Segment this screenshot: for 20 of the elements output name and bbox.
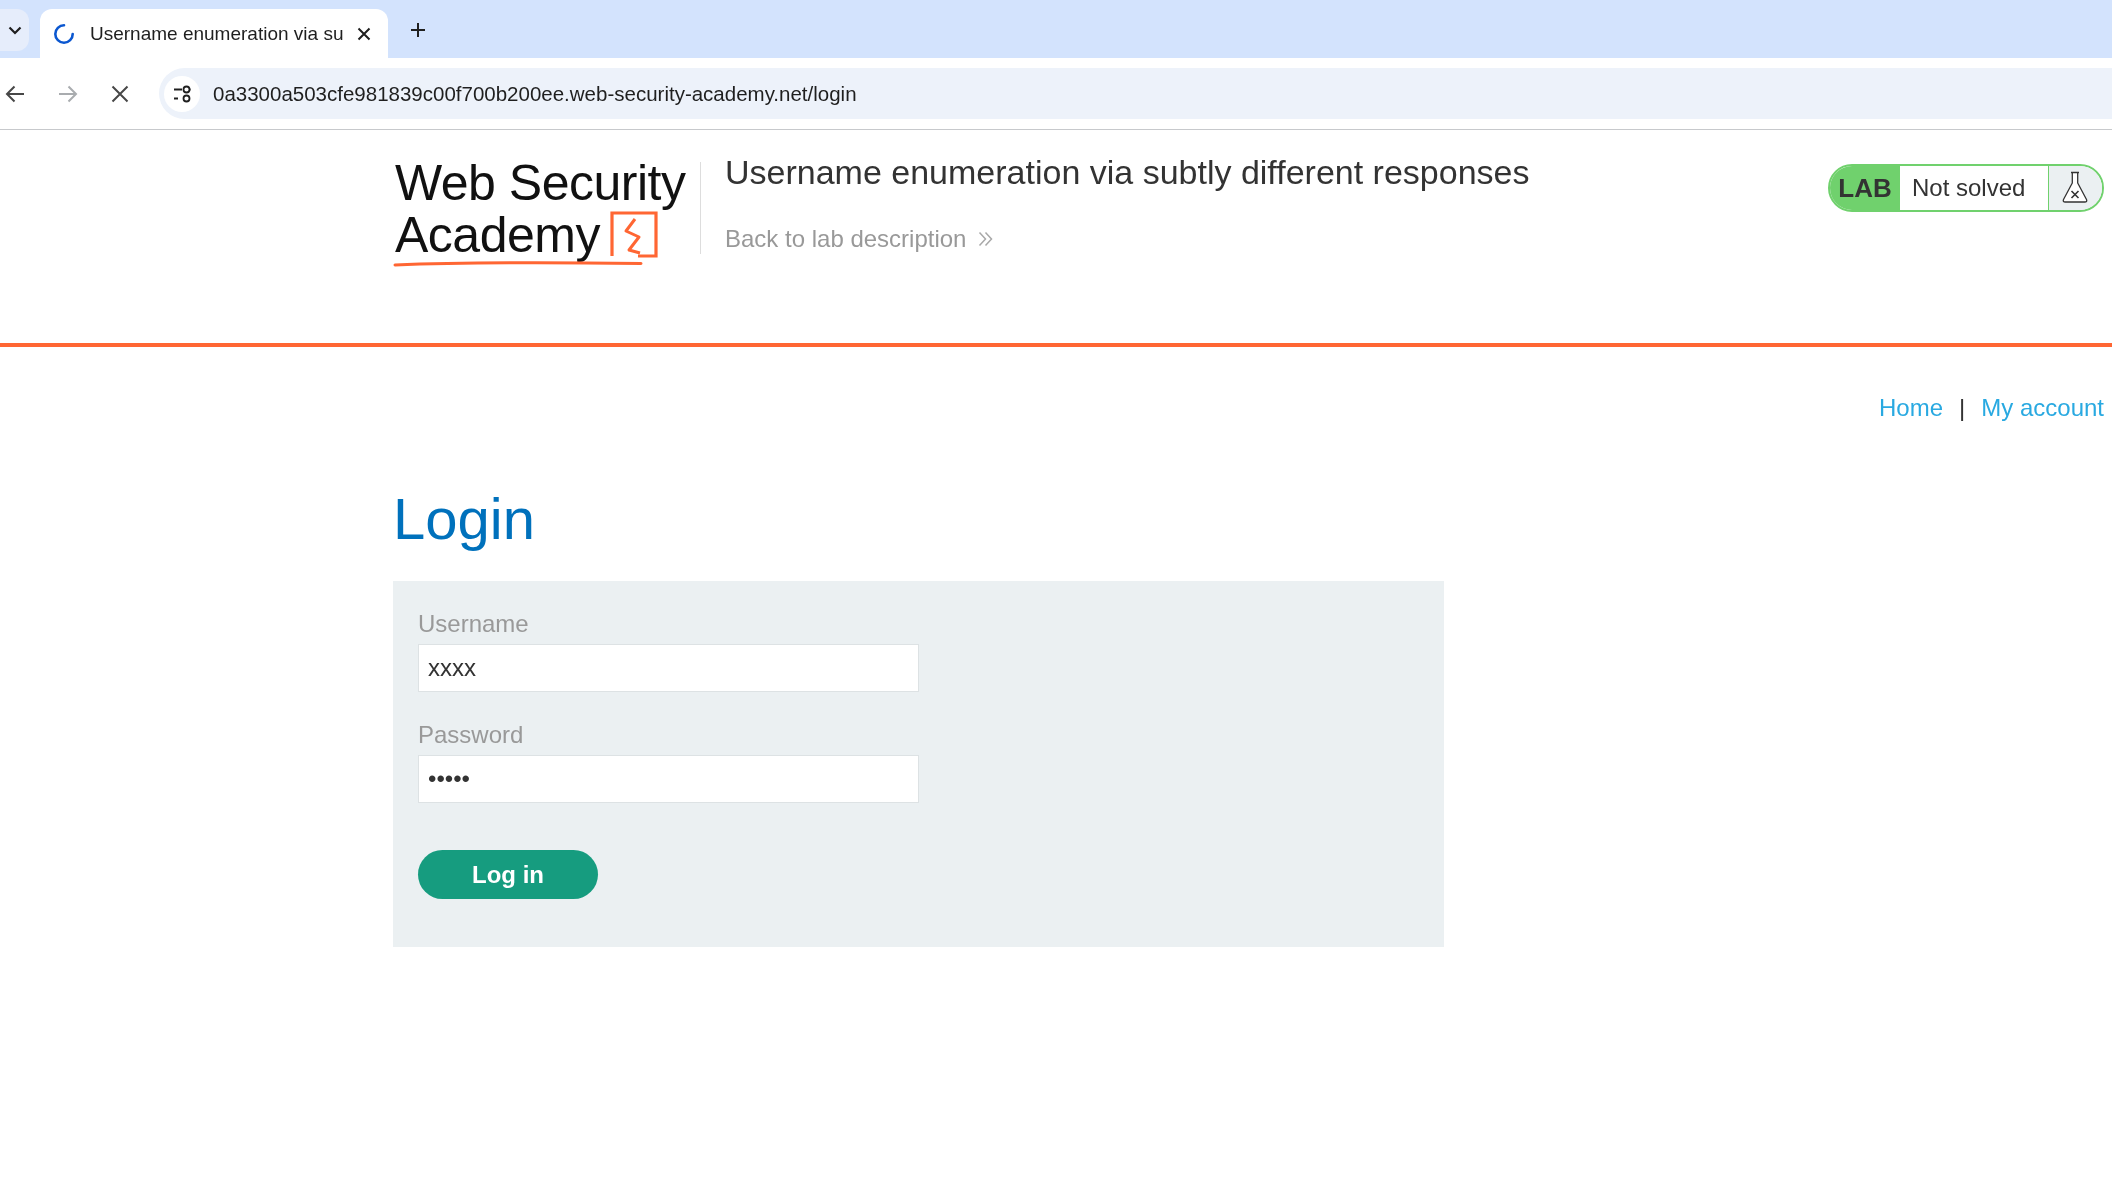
field-label: Password	[418, 720, 524, 750]
lab-label: LAB	[1830, 166, 1900, 210]
input-field[interactable]: xxxx	[418, 644, 919, 692]
close-icon[interactable]	[357, 26, 371, 41]
lightning-box-icon	[608, 210, 659, 258]
lab-title: Username enumeration via subtly different responses	[725, 152, 1530, 192]
input-field[interactable]: •••••	[418, 755, 919, 803]
address-bar[interactable]: 0a3300a503cfe981839c00f700b200ee.web-security-academy.net/login	[159, 68, 2112, 119]
stop-icon[interactable]	[111, 84, 129, 103]
back-arrow-icon[interactable]	[5, 84, 25, 103]
tab-search-button[interactable]	[0, 9, 29, 51]
nav-separator: |	[1959, 393, 1966, 423]
brush-stroke-icon	[393, 260, 643, 268]
field-label: Username	[418, 609, 529, 639]
double-chevron-icon	[978, 231, 994, 247]
plus-icon[interactable]	[410, 22, 426, 38]
chevron-down-icon	[7, 25, 22, 35]
page-heading: Login	[393, 485, 535, 553]
site-settings-icon[interactable]	[164, 75, 200, 112]
browser-tab[interactable]: Username enumeration via su	[40, 9, 388, 58]
